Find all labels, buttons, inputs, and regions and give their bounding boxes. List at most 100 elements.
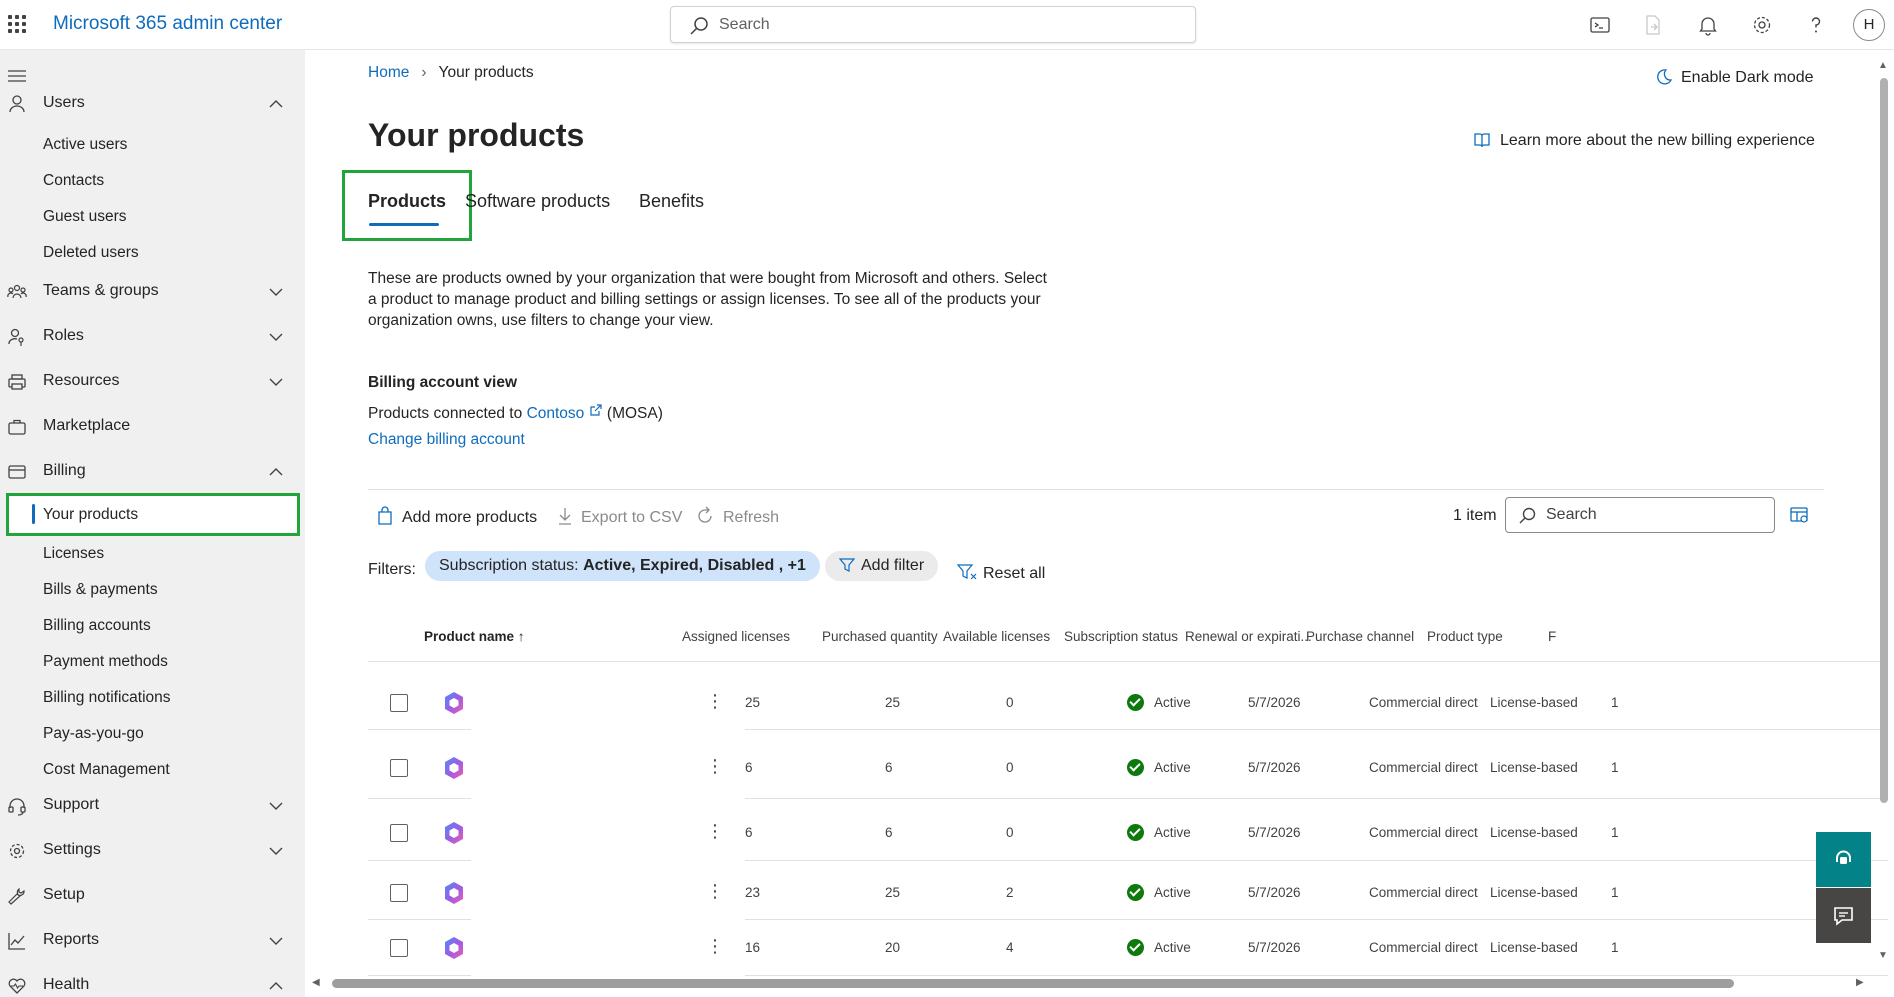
table-row[interactable]: ⋮ 16 20 4 5/7/2026 Commercial direct License-b…	[368, 921, 1888, 976]
more-actions-icon[interactable]: ⋮	[706, 881, 724, 902]
search-placeholder: Search	[1546, 506, 1597, 523]
cell-type: License-based	[1490, 825, 1578, 840]
sidebar-item-pay-as-you-go[interactable]: Pay-as-you-go	[0, 717, 305, 751]
more-actions-icon[interactable]: ⋮	[706, 691, 724, 712]
scroll-left-arrow-icon[interactable]: ◀	[312, 977, 320, 988]
export-csv-button[interactable]: Export to CSV	[557, 506, 682, 527]
chevron-down-icon[interactable]	[268, 374, 284, 390]
choose-columns-icon[interactable]	[1789, 505, 1809, 525]
sidebar-item-licenses[interactable]: Licenses	[0, 537, 305, 571]
column-header-truncated[interactable]: F	[1548, 629, 1556, 644]
billing-account-link[interactable]: Contoso	[527, 405, 585, 422]
breadcrumb-home-link[interactable]: Home	[368, 64, 409, 81]
scroll-down-arrow-icon[interactable]: ▼	[1878, 950, 1888, 961]
headset-icon	[8, 798, 26, 816]
top-bar: Microsoft 365 admin center Search H	[0, 0, 1894, 50]
scroll-right-arrow-icon[interactable]: ▶	[1856, 977, 1864, 988]
sidebar-item-bills-payments[interactable]: Bills & payments	[0, 573, 305, 607]
sidebar-item-active-users[interactable]: Active users	[0, 128, 305, 162]
add-filter-button[interactable]: Add filter	[825, 551, 939, 581]
row-checkbox[interactable]	[390, 694, 408, 712]
chevron-up-icon[interactable]	[268, 464, 284, 480]
help-icon[interactable]	[1804, 13, 1828, 37]
sidebar-item-setup[interactable]: Setup	[0, 876, 305, 916]
row-checkbox[interactable]	[390, 884, 408, 902]
sidebar-item-payment-methods[interactable]: Payment methods	[0, 645, 305, 679]
table-row[interactable]: ⋮ 25 25 0 5/7/2026 Commercial direct License-b…	[368, 677, 1888, 730]
scroll-up-arrow-icon[interactable]: ▲	[1878, 60, 1888, 71]
sidebar-item-billing-notifications[interactable]: Billing notifications	[0, 681, 305, 715]
open-external-icon[interactable]	[589, 403, 603, 417]
learn-more-link[interactable]: Learn more about the new billing experie…	[1473, 131, 1815, 150]
chevron-down-icon[interactable]	[268, 329, 284, 345]
chevron-up-icon[interactable]	[268, 978, 284, 994]
tab-software-products[interactable]: Software products	[465, 191, 610, 212]
sidebar-item-billing-accounts[interactable]: Billing accounts	[0, 609, 305, 643]
horizontal-scrollbar[interactable]: ◀ ▶	[310, 976, 1870, 992]
row-checkbox[interactable]	[390, 759, 408, 777]
column-header-product-name[interactable]: Product name ↑	[424, 629, 525, 644]
global-search-input[interactable]: Search	[670, 6, 1196, 43]
refresh-button[interactable]: Refresh	[695, 506, 779, 527]
hamburger-menu-icon[interactable]	[8, 70, 26, 82]
sidebar-item-contacts[interactable]: Contacts	[0, 164, 305, 198]
bell-icon[interactable]	[1696, 13, 1720, 37]
horizontal-scrollbar-thumb[interactable]	[332, 979, 1734, 988]
column-header-assigned-licenses[interactable]: Assigned licenses	[682, 629, 790, 644]
more-actions-icon[interactable]: ⋮	[706, 821, 724, 842]
change-billing-account-link[interactable]: Change billing account	[368, 431, 525, 449]
sidebar-item-guest-users[interactable]: Guest users	[0, 200, 305, 234]
sidebar-item-resources[interactable]: Resources	[0, 362, 305, 402]
table-row[interactable]: ⋮ 6 6 0 5/7/2026 Commercial direct License-bas…	[368, 738, 1888, 799]
table-row[interactable]: ⋮ 6 6 0 5/7/2026 Commercial direct License-bas…	[368, 806, 1888, 861]
sidebar-item-settings[interactable]: Settings	[0, 831, 305, 871]
product-search-input[interactable]: Search	[1505, 497, 1775, 533]
chevron-down-icon[interactable]	[268, 843, 284, 859]
sidebar-item-your-products[interactable]: Your products	[6, 493, 300, 536]
sidebar-item-deleted-users[interactable]: Deleted users	[0, 236, 305, 270]
chevron-down-icon[interactable]	[268, 798, 284, 814]
chevron-up-icon[interactable]	[268, 96, 284, 112]
table-row[interactable]: ⋮ 23 25 2 5/7/2026 Commercial direct License-b…	[368, 867, 1888, 920]
sidebar-item-teams-groups[interactable]: Teams & groups	[0, 272, 305, 312]
terminal-icon[interactable]	[1588, 13, 1612, 37]
vertical-scrollbar[interactable]: ▲ ▼	[1874, 60, 1890, 965]
vertical-scrollbar-thumb[interactable]	[1880, 78, 1888, 803]
column-header-purchase-channel[interactable]: Purchase channel	[1306, 629, 1414, 644]
reset-all-filters-button[interactable]: Reset all	[956, 563, 1045, 583]
chevron-down-icon[interactable]	[268, 933, 284, 949]
gear-icon[interactable]	[1750, 13, 1774, 37]
app-launcher-icon[interactable]	[8, 15, 26, 33]
column-header-purchased-quantity[interactable]: Purchased quantity	[822, 629, 938, 644]
feedback-button[interactable]	[1816, 888, 1871, 943]
sidebar-item-health[interactable]: Health	[0, 966, 305, 997]
sidebar-item-roles[interactable]: Roles	[0, 317, 305, 357]
sidebar-item-cost-management[interactable]: Cost Management	[0, 753, 305, 787]
add-more-products-button[interactable]: Add more products	[376, 506, 537, 527]
more-actions-icon[interactable]: ⋮	[706, 936, 724, 957]
tab-benefits[interactable]: Benefits	[639, 191, 704, 212]
sidebar-item-support[interactable]: Support	[0, 786, 305, 826]
sidebar-item-billing[interactable]: Billing	[0, 452, 305, 492]
sidebar-item-label: Billing	[43, 462, 86, 479]
row-checkbox[interactable]	[390, 939, 408, 957]
tab-products[interactable]: Products	[368, 191, 446, 212]
column-header-available-licenses[interactable]: Available licenses	[943, 629, 1050, 644]
main-content: Home › Your products Enable Dark mode Your…	[305, 50, 1894, 997]
sidebar-item-users[interactable]: Users	[0, 84, 305, 124]
column-header-renewal-date[interactable]: Renewal or expirati...	[1185, 629, 1312, 644]
subscription-status-filter-pill[interactable]: Subscription status: Active, Expired, Di…	[425, 551, 820, 581]
chevron-down-icon[interactable]	[268, 284, 284, 300]
more-actions-icon[interactable]: ⋮	[706, 756, 724, 777]
column-header-subscription-status[interactable]: Subscription status	[1064, 629, 1178, 644]
dark-mode-toggle[interactable]: Enable Dark mode	[1655, 68, 1814, 87]
app-title[interactable]: Microsoft 365 admin center	[53, 13, 282, 35]
sidebar-item-marketplace[interactable]: Marketplace	[0, 407, 305, 447]
avatar[interactable]: H	[1853, 9, 1885, 41]
printer-icon	[8, 374, 26, 390]
cell-channel: Commercial direct	[1369, 760, 1478, 775]
sidebar-item-reports[interactable]: Reports	[0, 921, 305, 961]
row-checkbox[interactable]	[390, 824, 408, 842]
column-header-product-type[interactable]: Product type	[1427, 629, 1503, 644]
help-support-button[interactable]	[1816, 832, 1871, 887]
